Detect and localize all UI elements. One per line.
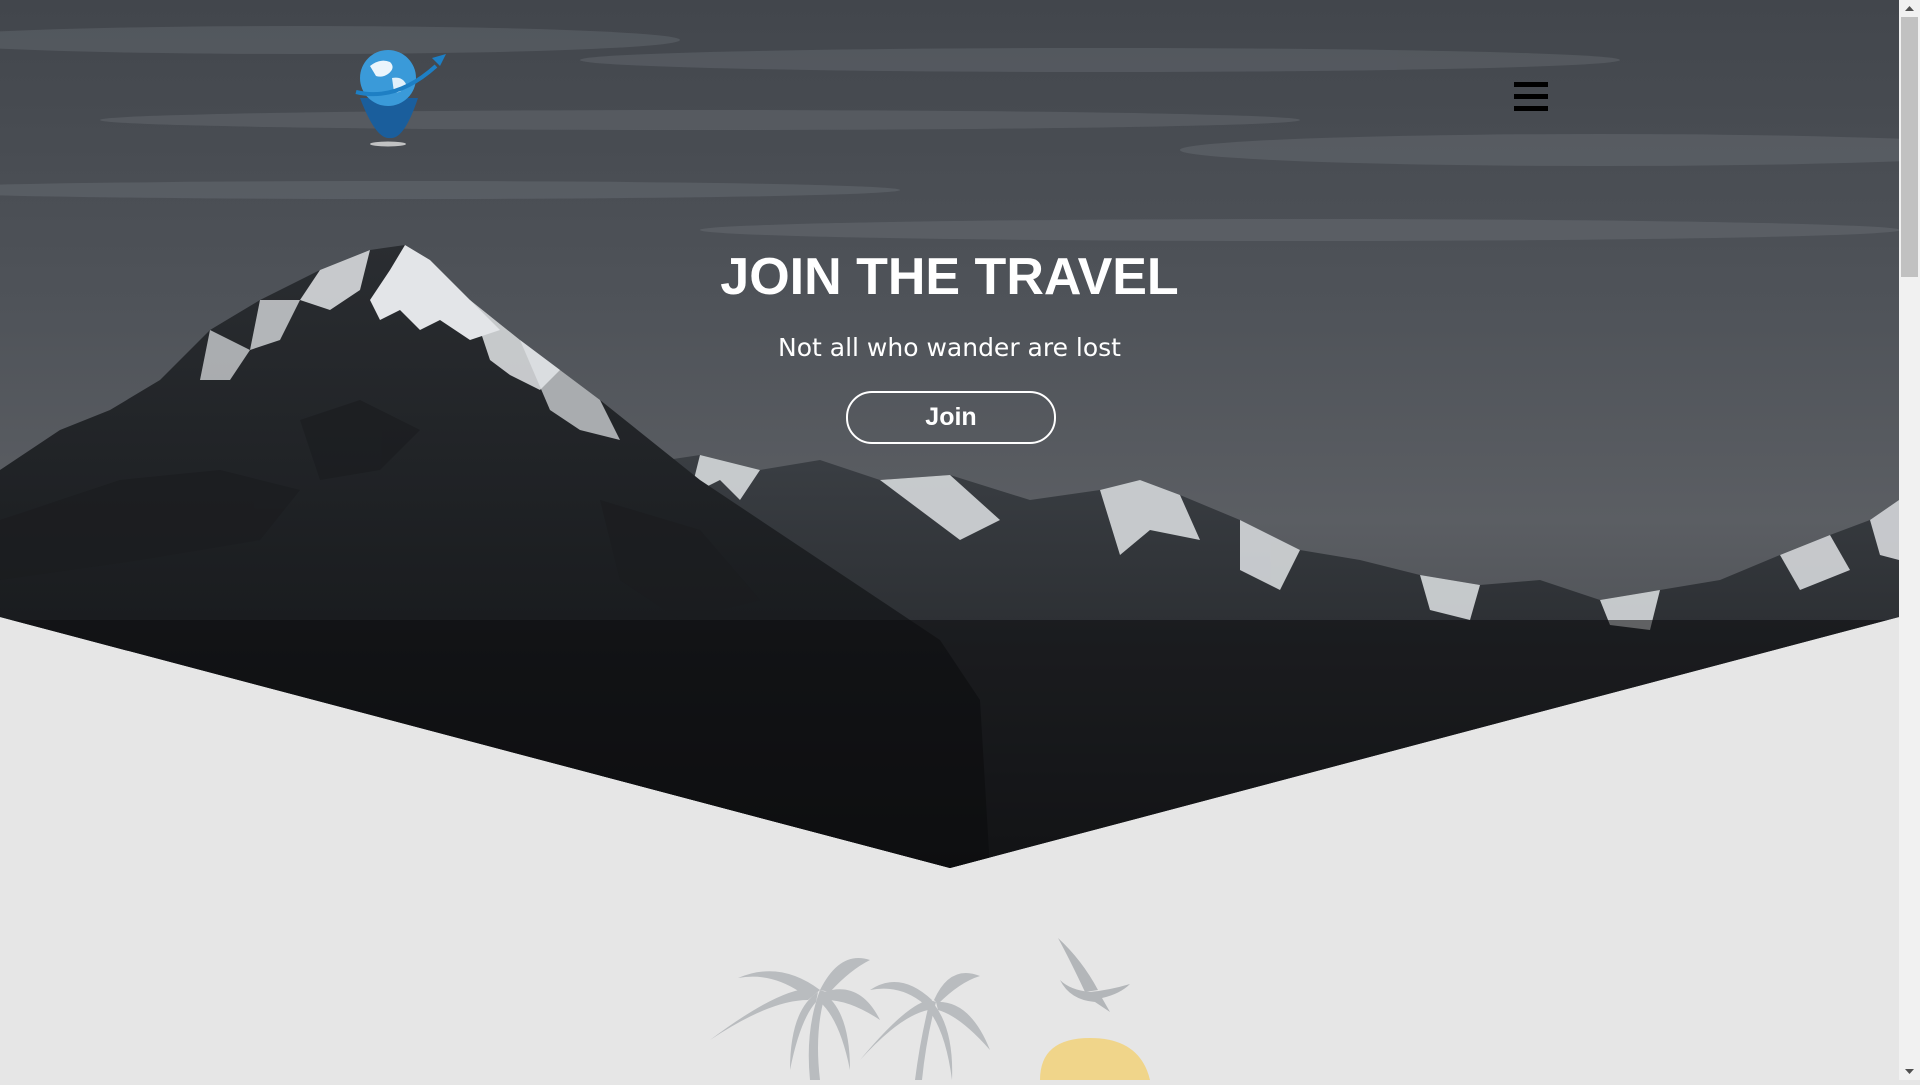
hamburger-menu-icon: [1514, 82, 1548, 87]
hero-section: JOIN THE TRAVEL Not all who wander are l…: [0, 0, 1899, 868]
hamburger-line: [1514, 106, 1548, 111]
hero-subtitle: Not all who wander are lost: [778, 333, 1121, 362]
hamburger-line: [1514, 94, 1548, 99]
page-scrollbar[interactable]: [1899, 0, 1920, 1080]
hero-title: JOIN THE TRAVEL: [720, 248, 1179, 306]
globe-plane-logo[interactable]: [346, 48, 456, 148]
palm-tree-icon: [860, 973, 990, 1080]
palm-tree-icon: [710, 958, 880, 1080]
scroll-up-arrow-icon[interactable]: [1899, 0, 1920, 17]
scrollbar-thumb[interactable]: [1901, 17, 1918, 277]
logo-globe-icon: [355, 50, 446, 147]
bird-icon: [1058, 938, 1130, 1012]
sun-icon: [1040, 1038, 1150, 1080]
hamburger-menu-button[interactable]: [1512, 80, 1552, 114]
page-viewport: JOIN THE TRAVEL Not all who wander are l…: [0, 0, 1899, 1080]
scroll-down-arrow-icon[interactable]: [1899, 1063, 1920, 1080]
join-button[interactable]: Join: [846, 391, 1056, 444]
palm-trees-bird-sun-illustration: [690, 920, 1210, 1080]
